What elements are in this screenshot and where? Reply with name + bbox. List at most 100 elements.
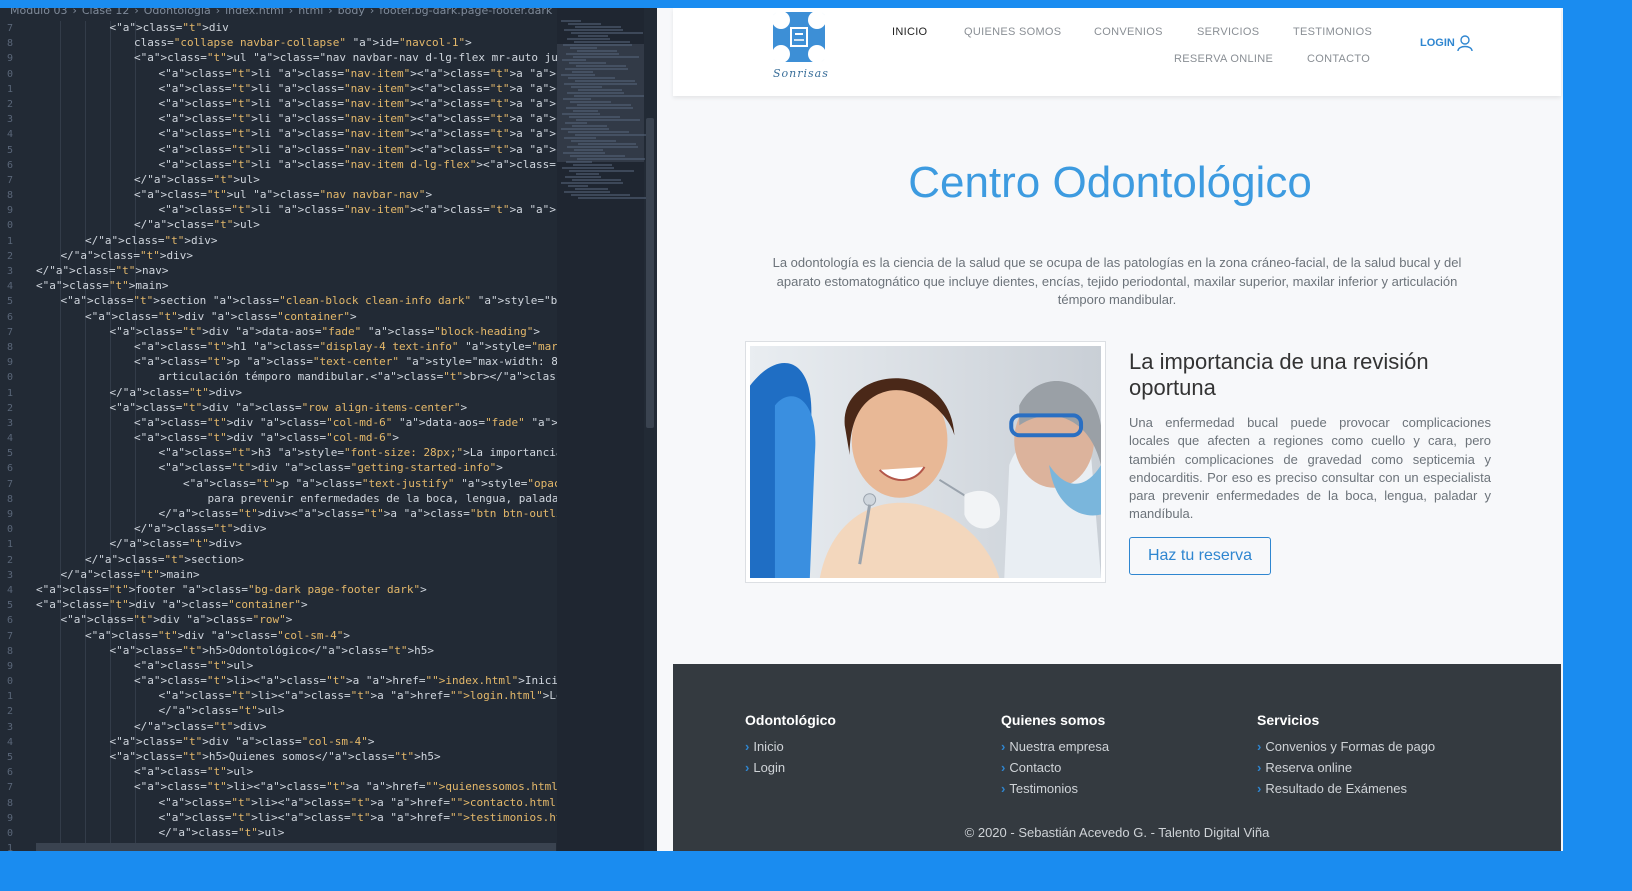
code-line[interactable]: <"a">class="t">div "a">class="col-md-6" … — [36, 416, 557, 431]
code-line[interactable]: <"a">class="t">div — [36, 21, 557, 36]
code-line[interactable]: <"a">class="t">li><"a">class="t">a "a">h… — [36, 674, 557, 689]
code-line[interactable]: </"a">class="t">ul> — [36, 826, 557, 841]
minimap[interactable] — [557, 8, 650, 851]
code-line[interactable]: </"a">class="t">nav> — [36, 264, 557, 279]
minimap-line — [567, 92, 624, 94]
code-line[interactable]: </"a">class="t">ul> — [36, 218, 557, 233]
nav-convenios[interactable]: CONVENIOS — [1094, 26, 1163, 38]
chevron-right-icon: › — [328, 8, 333, 17]
breadcrumb-item[interactable]: html — [298, 8, 323, 17]
code-line[interactable]: <"a">class="t">p "a">class="text-center"… — [36, 355, 557, 370]
code-line[interactable]: <"a">class="t">div "a">class="row align-… — [36, 401, 557, 416]
breadcrumb-item[interactable]: Modulo 03 — [10, 8, 67, 17]
code-line[interactable]: <"a">class="t">li><"a">class="t">a "a">h… — [36, 689, 558, 704]
code-line[interactable]: <"a">class="t">footer "a">class="bg-dark… — [36, 583, 557, 598]
code-editor[interactable]: Modulo 03 › Clase 12 › Odontologia › index.htm… — [0, 8, 657, 851]
horizontal-scrollbar[interactable] — [36, 843, 556, 851]
user-icon[interactable] — [1456, 34, 1474, 52]
minimap-line — [563, 98, 591, 100]
code-line[interactable]: </"a">class="t">main> — [36, 568, 557, 583]
code-line[interactable]: <"a">class="t">div "a">class="col-sm-4"> — [36, 735, 557, 750]
line-number: 9 — [7, 812, 14, 824]
code-line[interactable]: <"a">class="t">h5>Odontológico</"a">clas… — [36, 644, 557, 659]
code-line[interactable]: <"a">class="t">ul "a">class="nav navbar-… — [36, 51, 557, 66]
line-number: 3 — [7, 114, 14, 126]
code-line[interactable]: <"a">class="t">ul "a">class="nav navbar-… — [36, 188, 557, 203]
code-line[interactable]: <"a">class="t">h1 "a">class="display-4 t… — [36, 340, 557, 355]
code-line[interactable]: <"a">class="t">li "a">class="nav-item"><… — [36, 97, 558, 112]
minimap-line — [578, 35, 608, 37]
code-line[interactable]: </"a">class="t">div> — [36, 522, 557, 537]
code-line[interactable]: <"a">class="t">li "a">class="nav-item"><… — [36, 127, 558, 142]
nav-inicio[interactable]: INICIO — [892, 26, 927, 38]
nav-reserva-online[interactable]: RESERVA ONLINE — [1174, 53, 1273, 65]
line-number: 3 — [7, 417, 14, 429]
footer-link-reserva-online[interactable]: › Reserva online — [1257, 757, 1435, 778]
code-line[interactable]: <"a">class="t">li "a">class="nav-item"><… — [36, 112, 558, 127]
code-line[interactable]: <"a">class="t">li "a">class="nav-item"><… — [36, 203, 558, 218]
line-number: 5 — [7, 448, 14, 460]
vertical-scrollbar[interactable] — [646, 118, 654, 428]
code-line[interactable]: <"a">class="t">ul> — [36, 765, 557, 780]
code-line[interactable]: <"a">class="t">div "a">class="container"… — [36, 310, 557, 325]
code-line[interactable]: articulación témporo mandibular.<"a">cla… — [36, 370, 558, 385]
minimap-line — [575, 80, 635, 82]
code-line[interactable]: <"a">class="t">main> — [36, 279, 557, 294]
reservation-button[interactable]: Haz tu reserva — [1129, 537, 1271, 575]
chevron-right-icon: › — [215, 8, 221, 17]
code-line[interactable]: </"a">class="t">ul> — [36, 173, 557, 188]
code-line[interactable]: <"a">class="t">div "a">class="col-md-6"> — [36, 431, 557, 446]
breadcrumb-item[interactable]: body — [338, 8, 365, 17]
footer-link-inicio[interactable]: › Inicio — [745, 736, 836, 757]
code-line[interactable]: <"a">class="t">div "a">class="getting-st… — [36, 461, 557, 476]
footer-link-contacto[interactable]: › Contacto — [1001, 757, 1109, 778]
code-line[interactable]: <"a">class="t">h3 "a">style="font-size: … — [36, 446, 558, 461]
code-line[interactable]: <"a">class="t">p "a">class="text-justify… — [36, 477, 557, 492]
code-line[interactable]: para prevenir enfermedades de la boca, l… — [36, 492, 558, 507]
code-line[interactable]: class="collapse navbar-collapse" "a">id=… — [36, 36, 557, 51]
code-line[interactable]: <"a">class="t">li><"a">class="t">a "a">h… — [36, 780, 557, 795]
minimap-line — [566, 53, 619, 55]
code-line[interactable]: <"a">class="t">li "a">class="nav-item"><… — [36, 82, 558, 97]
footer-link-login[interactable]: › Login — [745, 757, 836, 778]
code-area[interactable]: <"a">class="t">div class="collapse navbar… — [36, 21, 557, 851]
code-line[interactable]: </"a">class="t">div> — [36, 249, 557, 264]
code-line[interactable]: </"a">class="t">div> — [36, 386, 557, 401]
minimap-line — [574, 41, 630, 43]
breadcrumb-item[interactable]: index.html — [225, 8, 284, 17]
code-line[interactable]: <"a">class="t">div "a">data-aos="fade" "… — [36, 325, 557, 340]
nav-testimonios[interactable]: TESTIMONIOS — [1293, 26, 1372, 38]
breadcrumb-item[interactable]: Odontologia — [144, 8, 211, 17]
breadcrumb-item[interactable]: Clase 12 — [82, 8, 129, 17]
code-line[interactable]: </"a">class="t">div><"a">class="t">a "a"… — [36, 507, 558, 522]
footer-link-testimonios[interactable]: › Testimonios — [1001, 778, 1109, 799]
footer-link-convenios[interactable]: › Convenios y Formas de pago — [1257, 736, 1435, 757]
code-line[interactable]: <"a">class="t">section "a">class="clean-… — [36, 294, 558, 309]
minimap-line — [569, 62, 606, 64]
code-line[interactable]: </"a">class="t">div> — [36, 720, 557, 735]
minimap-line — [573, 110, 598, 112]
code-line[interactable]: <"a">class="t">li><"a">class="t">a "a">h… — [36, 796, 558, 811]
footer-link-resultado-examenes[interactable]: › Resultado de Exámenes — [1257, 778, 1435, 799]
code-line[interactable]: <"a">class="t">li "a">class="nav-item"><… — [36, 143, 558, 158]
nav-contacto[interactable]: CONTACTO — [1307, 53, 1370, 65]
code-line[interactable]: <"a">class="t">div "a">class="container"… — [36, 598, 557, 613]
footer-link-nuestra-empresa[interactable]: › Nuestra empresa — [1001, 736, 1109, 757]
code-line[interactable]: <"a">class="t">div "a">class="row"> — [36, 613, 557, 628]
nav-quienes-somos[interactable]: QUIENES SOMOS — [964, 26, 1061, 38]
code-line[interactable]: </"a">class="t">div> — [36, 234, 557, 249]
nav-servicios[interactable]: SERVICIOS — [1197, 26, 1259, 38]
code-line[interactable]: <"a">class="t">li "a">class="nav-item"><… — [36, 67, 558, 82]
code-line[interactable]: <"a">class="t">h5>Quienes somos</"a">cla… — [36, 750, 557, 765]
line-number: 1 — [7, 539, 14, 551]
code-line[interactable]: </"a">class="t">div> — [36, 537, 557, 552]
code-line[interactable]: <"a">class="t">ul> — [36, 659, 557, 674]
code-line[interactable]: <"a">class="t">li "a">class="nav-item d-… — [36, 158, 558, 173]
tooth-logo-icon[interactable] — [773, 12, 825, 62]
breadcrumb-item[interactable]: footer.bg-dark.page-footer.dark — [379, 8, 552, 17]
code-line[interactable]: </"a">class="t">ul> — [36, 704, 557, 719]
login-link[interactable]: LOGIN — [1420, 37, 1455, 49]
code-line[interactable]: </"a">class="t">section> — [36, 553, 557, 568]
code-line[interactable]: <"a">class="t">li><"a">class="t">a "a">h… — [36, 811, 558, 826]
code-line[interactable]: <"a">class="t">div "a">class="col-sm-4"> — [36, 629, 557, 644]
